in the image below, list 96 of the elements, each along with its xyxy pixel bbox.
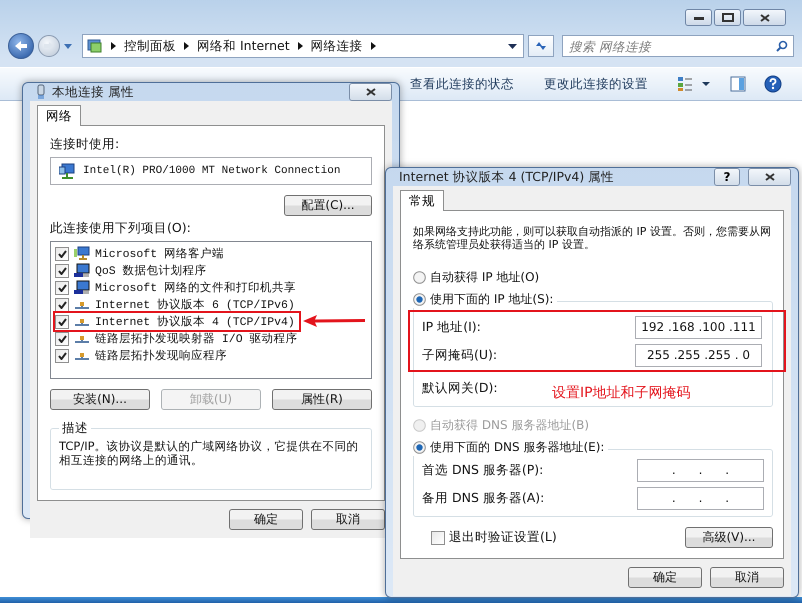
ip-field[interactable]: . . . xyxy=(637,458,764,482)
network-computer-icon xyxy=(59,163,75,179)
breadcrumb-item[interactable]: 网络连接 xyxy=(310,38,363,54)
checkbox[interactable] xyxy=(55,348,69,362)
checkbox[interactable] xyxy=(55,246,69,260)
checkbox[interactable] xyxy=(55,264,69,278)
checkbox[interactable] xyxy=(55,298,69,312)
field-label: 子网掩码(U): xyxy=(422,346,498,364)
network-folder-icon xyxy=(87,38,103,54)
adapter-name: Intel(R) PRO/1000 MT Network Connection xyxy=(83,165,340,177)
maximize-button[interactable] xyxy=(714,9,741,26)
search-icon xyxy=(776,40,788,52)
toolbar-item[interactable]: 更改此连接的设置 xyxy=(544,76,648,92)
field-label: 连接时使用: xyxy=(50,136,120,153)
chevron-icon[interactable] xyxy=(298,42,303,50)
advanced-button[interactable]: 高级(V)... xyxy=(685,527,773,548)
dropdown-icon[interactable] xyxy=(508,44,517,48)
checkbox[interactable] xyxy=(431,530,445,544)
item-label: Microsoft 网络客户端 xyxy=(95,246,224,261)
window-title: 本地连接 属性 xyxy=(52,84,134,100)
ip-field[interactable]: . . . xyxy=(637,486,764,510)
item-label: 链路层拓扑发现映射器 I/O 驱动程序 xyxy=(95,331,298,346)
checkbox[interactable] xyxy=(55,280,69,294)
annotation-text: 设置IP地址和子网掩码 xyxy=(552,384,691,402)
checkbox[interactable] xyxy=(55,332,69,346)
close-icon xyxy=(760,14,770,22)
preview-pane-icon[interactable] xyxy=(730,76,746,92)
close-button[interactable] xyxy=(748,168,791,186)
highlight-frame[interactable]: Internet 协议版本 4 (TCP/IPv4) xyxy=(55,313,299,330)
computer-icon xyxy=(74,263,90,278)
refresh-button[interactable] xyxy=(528,35,554,57)
caret-icon[interactable] xyxy=(64,44,72,48)
field-label: 此连接使用下列项目(O): xyxy=(50,220,192,237)
ip-field[interactable]: 255 .255 .255 . 0 xyxy=(635,344,762,366)
tab[interactable]: 网络 xyxy=(37,105,81,126)
window-title: Internet 协议版本 4 (TCP/IPv4) 属性 xyxy=(399,168,614,186)
action-button[interactable]: 安装(N)... xyxy=(50,389,150,410)
chevron-icon[interactable] xyxy=(111,42,116,50)
description-text: TCP/IP。该协议是默认的广域网络协议，它提供在不同的相互连接的网络上的通讯。 xyxy=(59,439,360,467)
close-icon xyxy=(366,88,376,96)
field-label: 备用 DNS 服务器(A): xyxy=(422,490,544,506)
list-item[interactable]: 链路层拓扑发现响应程序 xyxy=(55,347,367,364)
help-icon[interactable] xyxy=(764,75,782,93)
list-item[interactable]: Internet 协议版本 6 (TCP/IPv6) xyxy=(55,296,367,313)
back-arrow-icon xyxy=(14,40,28,52)
search-field[interactable]: 搜索 网络连接 xyxy=(562,35,794,57)
breadcrumb-item[interactable]: 控制面板 xyxy=(124,38,176,54)
chevron-icon[interactable] xyxy=(370,42,376,50)
action-button[interactable]: 属性(R) xyxy=(272,389,372,410)
view-options-icon[interactable] xyxy=(678,76,712,92)
group-title: 描述 xyxy=(61,420,89,437)
network-protocol-icon xyxy=(74,334,90,344)
forward-button[interactable] xyxy=(38,35,60,57)
item-label: Internet 协议版本 4 (TCP/IPv4) xyxy=(95,314,295,329)
list-item[interactable]: Microsoft 网络的文件和打印机共享 xyxy=(55,279,367,296)
network-protocol-icon xyxy=(74,350,90,360)
refresh-icon xyxy=(534,40,548,52)
list-item[interactable]: QoS 数据包计划程序 xyxy=(55,262,367,279)
close-icon xyxy=(764,173,774,181)
minimize-button[interactable] xyxy=(685,9,712,26)
network-protocol-icon xyxy=(74,300,90,310)
close-button[interactable] xyxy=(743,9,786,26)
computer-icon xyxy=(74,246,90,261)
list-item[interactable]: 链路层拓扑发现映射器 I/O 驱动程序 xyxy=(55,330,367,347)
validate-checkbox-option[interactable]: 退出时验证设置(L) xyxy=(431,529,557,546)
tab[interactable]: 常规 xyxy=(400,190,444,211)
checkbox[interactable] xyxy=(55,314,69,328)
network-protocol-icon xyxy=(74,316,90,326)
ip-field[interactable]: 192 .168 .100 .111 xyxy=(635,316,762,338)
breadcrumb-item[interactable]: 网络和 Internet xyxy=(197,38,290,54)
help-button[interactable]: ? xyxy=(714,168,740,186)
maximize-icon xyxy=(722,13,734,22)
item-label: Internet 协议版本 6 (TCP/IPv6) xyxy=(95,297,295,312)
intro-text: 如果网络支持此功能，则可以获取自动指派的 IP 设置。否则，您需要从网络系统管理员处获得适当的 IP 设置。 xyxy=(413,225,772,251)
close-button[interactable] xyxy=(349,83,392,101)
address-bar[interactable]: 控制面板 网络和 Internet 网络连接 xyxy=(82,34,524,58)
back-button[interactable] xyxy=(8,33,34,59)
toolbar-item[interactable]: 查看此连接的状态 xyxy=(410,76,514,92)
annotation-arrow xyxy=(302,315,365,327)
field-label: 默认网关(D): xyxy=(422,380,498,396)
item-label: 链路层拓扑发现响应程序 xyxy=(95,348,227,363)
field-label: IP 地址(I): xyxy=(422,318,481,336)
computer-icon xyxy=(74,280,90,295)
dialog-button[interactable]: 确定 xyxy=(628,567,702,588)
list-item[interactable]: Microsoft 网络客户端 xyxy=(55,245,367,262)
dialog-button[interactable]: 取消 xyxy=(311,509,385,530)
field-label: 首选 DNS 服务器(P): xyxy=(422,462,544,478)
configure-button[interactable]: 配置(C)... xyxy=(284,195,372,216)
item-label: QoS 数据包计划程序 xyxy=(95,263,207,278)
item-label: Microsoft 网络的文件和打印机共享 xyxy=(95,280,296,295)
minimize-icon xyxy=(694,16,704,20)
chevron-icon[interactable] xyxy=(184,42,189,50)
dialog-button[interactable]: 取消 xyxy=(710,567,784,588)
dialog-button[interactable]: 确定 xyxy=(229,509,303,530)
radio-option[interactable]: 自动获得 IP 地址(O) xyxy=(413,269,540,286)
network-adapter-icon xyxy=(36,84,46,100)
